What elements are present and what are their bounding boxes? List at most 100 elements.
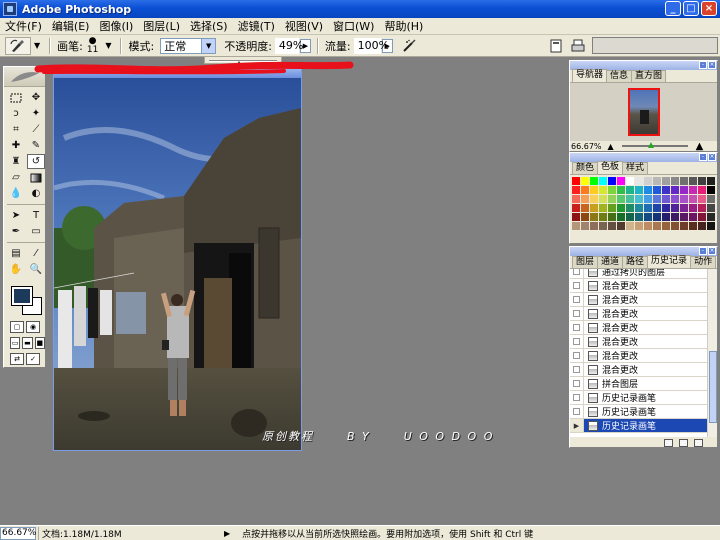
color-swatch[interactable] [653, 177, 661, 185]
color-swatch[interactable] [581, 195, 589, 203]
eyedropper-icon[interactable]: ⁄ [27, 246, 45, 261]
full-screen-menu-icon[interactable]: ▬ [22, 337, 33, 349]
tab-actions[interactable]: 动作 [690, 256, 717, 268]
tab-history[interactable]: 历史记录 [647, 255, 692, 268]
zoom-in-icon[interactable]: ▲ [696, 141, 704, 152]
menu-layer[interactable]: 图层(L) [138, 18, 185, 35]
color-swatch[interactable] [590, 222, 598, 230]
menu-filter[interactable]: 滤镜(T) [233, 18, 280, 35]
color-swatch[interactable] [644, 177, 652, 185]
history-item[interactable]: 混合更改 [570, 293, 717, 307]
minimize-icon[interactable]: - [699, 61, 707, 69]
color-swatch[interactable] [608, 195, 616, 203]
move-tool-icon[interactable]: ✥ [27, 90, 45, 105]
panel-titlebar[interactable]: - × [570, 153, 717, 162]
navigator-zoom[interactable]: 66.67% [571, 142, 602, 151]
play-arrow-icon[interactable]: ▶ [224, 529, 230, 538]
navigator-preview[interactable] [570, 83, 717, 141]
color-swatch[interactable] [617, 204, 625, 212]
tab-layers[interactable]: 图层 [572, 256, 599, 268]
color-swatch[interactable] [680, 204, 688, 212]
notes-tool-icon[interactable]: ▤ [7, 246, 25, 261]
foreground-color[interactable] [11, 286, 33, 306]
history-item[interactable]: 混合更改 [570, 321, 717, 335]
snapshot-source-checkbox[interactable] [570, 279, 584, 292]
color-swatch[interactable] [689, 177, 697, 185]
minimize-icon[interactable]: - [699, 247, 707, 255]
camera-snapshot-icon[interactable] [679, 439, 688, 447]
history-item-selected[interactable]: ▶ 历史记录画笔 [570, 419, 717, 433]
healing-brush-icon[interactable]: ✚ [7, 138, 25, 153]
color-swatch[interactable] [635, 177, 643, 185]
color-swatch[interactable] [689, 222, 697, 230]
color-swatch[interactable] [689, 204, 697, 212]
history-item[interactable]: 混合更改 [570, 349, 717, 363]
color-swatch[interactable] [662, 186, 670, 194]
blur-tool-icon[interactable]: 💧 [7, 186, 25, 201]
color-swatch[interactable] [680, 177, 688, 185]
lasso-tool-icon[interactable]: ↄ [7, 106, 25, 121]
chevron-down-icon[interactable]: ▼ [105, 41, 111, 50]
snapshot-source-checkbox[interactable] [570, 377, 584, 390]
navigator-thumbnail[interactable] [627, 88, 660, 136]
color-swatch[interactable] [626, 177, 634, 185]
color-swatch[interactable] [590, 177, 598, 185]
clone-stamp-icon[interactable]: ♜ [7, 154, 25, 169]
tab-styles[interactable]: 样式 [622, 162, 649, 174]
color-swatch[interactable] [671, 177, 679, 185]
shape-tool-icon[interactable]: ▭ [27, 224, 45, 239]
color-swatch[interactable] [581, 222, 589, 230]
color-swatch[interactable] [671, 204, 679, 212]
color-swatch[interactable] [707, 177, 715, 185]
color-swatch[interactable] [599, 177, 607, 185]
trash-icon[interactable] [694, 439, 703, 447]
color-swatch[interactable] [707, 222, 715, 230]
color-swatch[interactable] [689, 195, 697, 203]
color-swatch[interactable] [644, 186, 652, 194]
maximize-button[interactable]: □ [683, 1, 699, 16]
color-swatch[interactable] [689, 213, 697, 221]
color-swatch[interactable] [671, 213, 679, 221]
color-swatch[interactable] [635, 186, 643, 194]
color-swatch[interactable] [707, 213, 715, 221]
color-swatch[interactable] [608, 177, 616, 185]
menu-help[interactable]: 帮助(H) [379, 18, 428, 35]
opacity-input[interactable]: 49% [274, 37, 303, 54]
brush-tool-icon[interactable]: ✎ [27, 138, 45, 153]
color-swatch[interactable] [635, 213, 643, 221]
path-select-icon[interactable]: ➤ [7, 208, 25, 223]
snapshot-source-checkbox[interactable] [570, 391, 584, 404]
minimize-icon[interactable]: - [699, 153, 707, 161]
color-swatch[interactable] [599, 204, 607, 212]
color-swatch[interactable] [653, 222, 661, 230]
color-swatch[interactable] [626, 186, 634, 194]
color-swatch[interactable] [626, 222, 634, 230]
color-swatch[interactable] [617, 186, 625, 194]
color-swatch[interactable] [590, 186, 598, 194]
color-swatch[interactable] [572, 204, 580, 212]
color-swatch[interactable] [644, 222, 652, 230]
zoom-tool-icon[interactable]: 🔍 [27, 262, 45, 277]
minimize-button[interactable]: _ [665, 1, 681, 16]
eraser-tool-icon[interactable]: ▱ [7, 170, 25, 185]
crop-tool-icon[interactable]: ⌗ [7, 122, 25, 137]
color-swatch[interactable] [599, 195, 607, 203]
pen-tool-icon[interactable]: ✒ [7, 224, 25, 239]
color-swatch[interactable] [698, 186, 706, 194]
color-swatch[interactable] [635, 204, 643, 212]
color-swatch[interactable] [590, 204, 598, 212]
zoom-out-icon[interactable]: ▲ [608, 142, 614, 151]
color-swatch[interactable] [581, 204, 589, 212]
tab-navigator[interactable]: 导航器 [572, 69, 608, 82]
color-swatch[interactable] [635, 222, 643, 230]
document-window[interactable] [53, 67, 302, 451]
dodge-tool-icon[interactable]: ◐ [27, 186, 45, 201]
photo-canvas[interactable] [54, 78, 301, 450]
gradient-tool-icon[interactable] [27, 170, 45, 185]
color-swatch[interactable] [662, 177, 670, 185]
tab-histogram[interactable]: 直方图 [631, 70, 667, 82]
color-swatch[interactable] [698, 195, 706, 203]
color-swatch[interactable] [572, 195, 580, 203]
history-item[interactable]: 混合更改 [570, 279, 717, 293]
color-swatch[interactable] [608, 204, 616, 212]
